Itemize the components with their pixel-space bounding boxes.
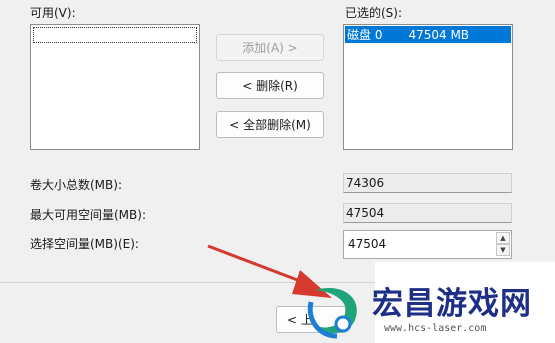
focus-placeholder-item (33, 27, 197, 43)
spin-down-icon[interactable]: ▼ (496, 244, 510, 256)
add-button[interactable]: 添加(A) > (216, 34, 324, 61)
list-item-selected-disk[interactable]: 磁盘 0 47504 MB (345, 26, 511, 43)
watermark-logo-icon (307, 288, 357, 339)
available-disks-list[interactable] (30, 24, 200, 150)
max-available-label: 最大可用空间量(MB): (30, 208, 146, 222)
disk-size: 47504 MB (408, 27, 470, 42)
select-space-label: 选择空间量(MB)(E): (30, 237, 139, 251)
select-space-stepper[interactable]: 47504 ▲ ▼ (343, 230, 512, 259)
max-available-value: 47504 (343, 203, 512, 223)
selected-disks-list[interactable]: 磁盘 0 47504 MB (343, 24, 513, 150)
select-space-input[interactable]: 47504 (348, 237, 386, 251)
watermark-text: 宏昌游戏网 (372, 286, 532, 322)
remove-button[interactable]: < 删除(R) (216, 72, 324, 99)
available-label: 可用(V): (30, 6, 76, 20)
volume-total-label: 卷大小总数(MB): (30, 178, 122, 192)
disk-name: 磁盘 0 (347, 28, 383, 42)
spin-up-icon[interactable]: ▲ (496, 232, 510, 244)
volume-total-value: 74306 (343, 173, 512, 193)
remove-all-button[interactable]: < 全部删除(M) (216, 111, 324, 138)
watermark-url: www.hcs-laser.com (384, 323, 487, 334)
selected-label: 已选的(S): (345, 6, 403, 20)
